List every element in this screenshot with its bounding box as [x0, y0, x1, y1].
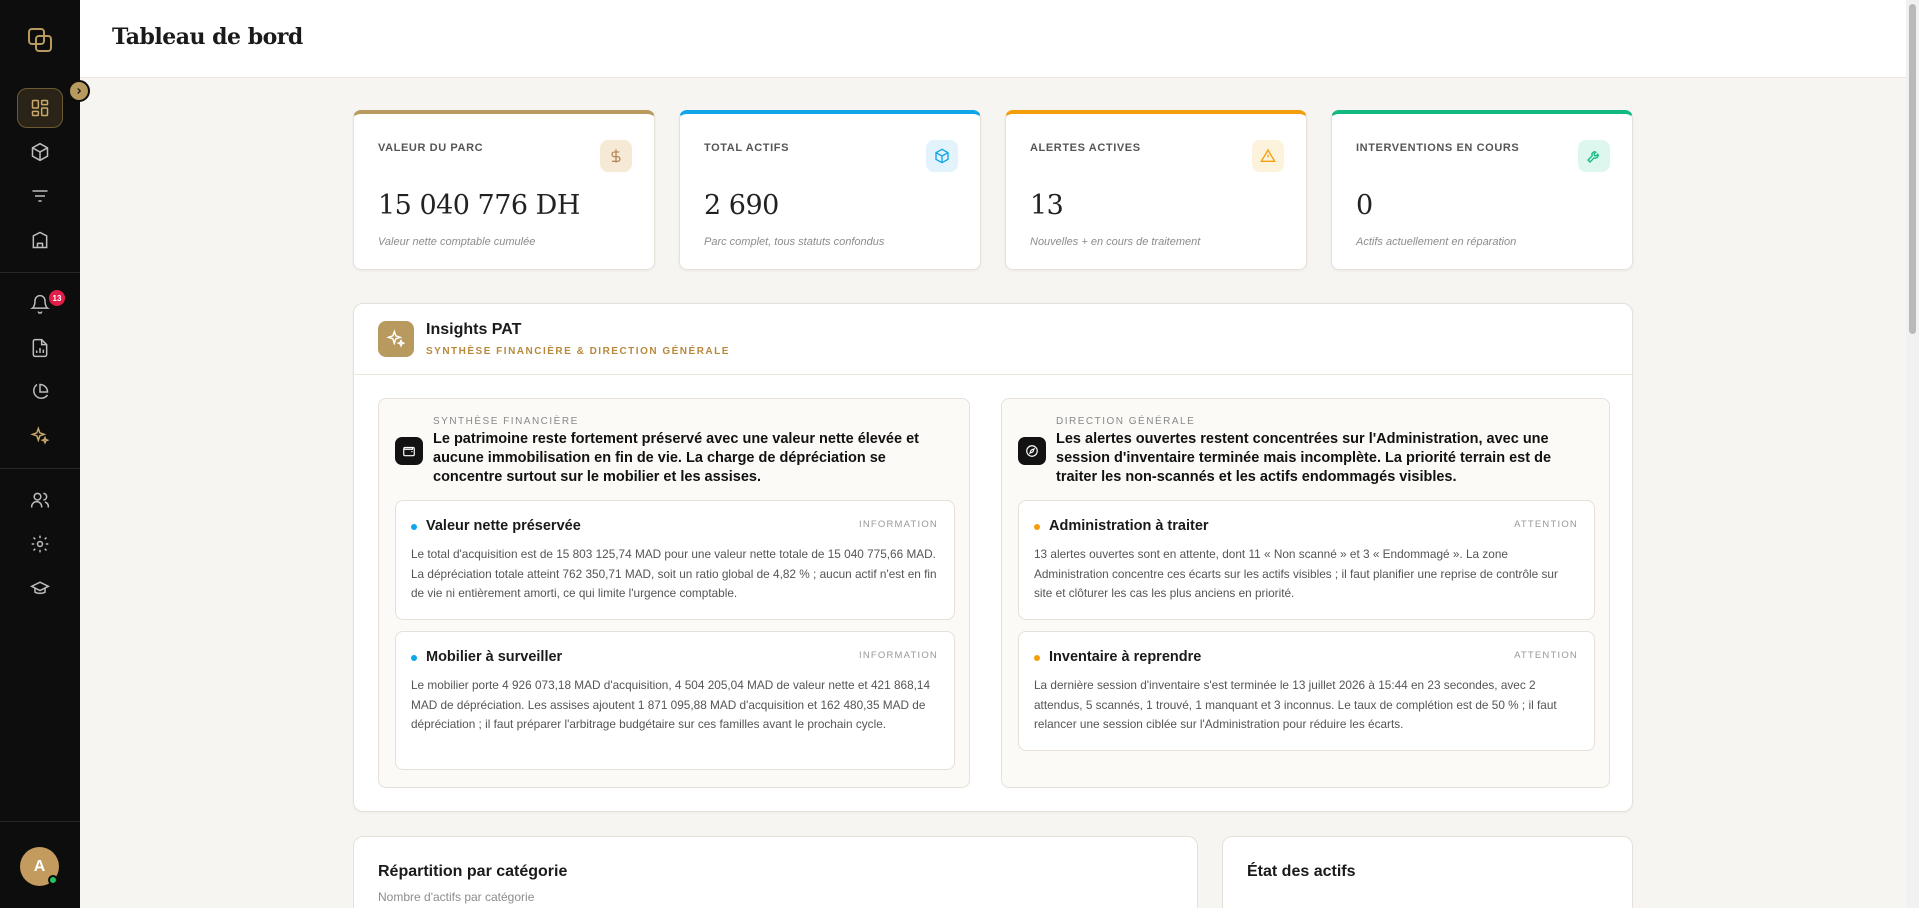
kpi-value: 15 040 776 DH — [378, 190, 580, 221]
sidebar-item-settings[interactable] — [17, 524, 63, 564]
card-title: État des actifs — [1247, 863, 1356, 880]
dashboard-icon — [31, 99, 49, 117]
kpi-description: Actifs actuellement en réparation — [1356, 236, 1517, 248]
kpi-label: INTERVENTIONS EN COURS — [1356, 142, 1520, 154]
insights-header: Insights PAT SYNTHÈSE FINANCIÈRE & DIREC… — [354, 304, 1632, 375]
scrollbar-thumb[interactable] — [1909, 4, 1916, 334]
attention-dot — [1034, 655, 1040, 661]
kpi-value: 0 — [1356, 190, 1373, 221]
compass-icon — [1018, 437, 1046, 465]
kpi-label: ALERTES ACTIVES — [1030, 142, 1141, 154]
attention-dot — [1034, 524, 1040, 530]
sidebar-item-users[interactable] — [17, 480, 63, 520]
insight-item-body: Le total d'acquisition est de 15 803 125… — [411, 547, 937, 600]
kpi-card-interventions[interactable]: INTERVENTIONS EN COURS 0 Actifs actuelle… — [1331, 110, 1633, 270]
panel-kicker: DIRECTION GÉNÉRALE — [1056, 416, 1196, 427]
top-header: Tableau de bord — [80, 0, 1906, 78]
insights-title: Insights PAT — [426, 321, 522, 338]
insight-item-body: La dernière session d'inventaire s'est t… — [1034, 678, 1557, 731]
online-status-dot — [48, 875, 58, 885]
kpi-label: VALEUR DU PARC — [378, 142, 484, 154]
users-icon — [30, 492, 50, 508]
warning-icon — [1252, 140, 1284, 172]
kpi-value: 2 690 — [704, 190, 779, 221]
kpi-description: Valeur nette comptable cumulée — [378, 236, 536, 248]
insight-item-title: Administration à traiter — [1049, 518, 1209, 534]
sidebar-item-reports[interactable] — [17, 328, 63, 368]
box-icon — [31, 142, 49, 162]
kpi-card-active-alerts[interactable]: ALERTES ACTIVES 13 Nouvelles + en cours … — [1005, 110, 1307, 270]
sidebar-item-filters[interactable] — [17, 176, 63, 216]
insight-item-body: 13 alertes ouvertes sont en attente, don… — [1034, 547, 1558, 600]
insight-item-tag: ATTENTION — [1514, 650, 1578, 661]
report-icon — [32, 338, 48, 358]
graduation-cap-icon — [30, 581, 50, 595]
notification-badge: 13 — [49, 290, 65, 306]
page-scrollbar[interactable] — [1906, 0, 1919, 908]
app-logo[interactable] — [26, 26, 54, 54]
page-title: Tableau de bord — [112, 24, 303, 50]
sparkles-icon — [378, 321, 414, 357]
sidebar-item-buildings[interactable] — [17, 220, 63, 260]
insight-item-title: Mobilier à surveiller — [426, 649, 563, 665]
sidebar: 13 A — [0, 0, 80, 908]
bell-icon — [30, 294, 50, 314]
sidebar-toggle-button[interactable] — [68, 80, 90, 102]
insight-item[interactable]: Mobilier à surveiller INFORMATION Le mob… — [395, 631, 955, 770]
sidebar-divider — [0, 821, 80, 822]
insights-subtitle: SYNTHÈSE FINANCIÈRE & DIRECTION GÉNÉRALE — [426, 346, 730, 357]
sidebar-item-insights[interactable] — [17, 416, 63, 456]
insight-item-body: Le mobilier porte 4 926 073,18 MAD d'acq… — [411, 678, 931, 731]
kpi-description: Nouvelles + en cours de traitement — [1030, 236, 1201, 248]
building-icon — [32, 231, 48, 249]
panel-kicker: SYNTHÈSE FINANCIÈRE — [433, 416, 579, 427]
insight-item-tag: ATTENTION — [1514, 519, 1578, 530]
dollar-icon — [600, 140, 632, 172]
category-distribution-card: Répartition par catégorie Nombre d'actif… — [353, 836, 1198, 908]
wrench-icon — [1578, 140, 1610, 172]
insight-item-title: Inventaire à reprendre — [1049, 649, 1202, 665]
filter-lines-icon — [32, 190, 48, 202]
insights-card: Insights PAT SYNTHÈSE FINANCIÈRE & DIREC… — [353, 303, 1633, 812]
kpi-label: TOTAL ACTIFS — [704, 142, 790, 154]
sidebar-divider — [0, 272, 80, 273]
sidebar-divider — [0, 468, 80, 469]
pie-chart-icon — [33, 383, 49, 399]
kpi-card-total-assets[interactable]: TOTAL ACTIFS 2 690 Parc complet, tous st… — [679, 110, 981, 270]
insight-item[interactable]: Inventaire à reprendre ATTENTION La dern… — [1018, 631, 1595, 751]
panel-lead: Le patrimoine reste fortement préservé a… — [433, 431, 919, 485]
info-dot — [411, 655, 417, 661]
chevron-right-icon — [77, 88, 82, 94]
insight-item[interactable]: Valeur nette préservée INFORMATION Le to… — [395, 500, 955, 620]
insight-item-title: Valeur nette préservée — [426, 518, 581, 534]
kpi-value: 13 — [1030, 190, 1064, 221]
panel-general-management: DIRECTION GÉNÉRALE Les alertes ouvertes … — [1001, 398, 1610, 788]
asset-status-card: État des actifs — [1222, 836, 1633, 908]
sidebar-item-assets[interactable] — [17, 132, 63, 172]
sparkles-icon — [30, 426, 50, 445]
kpi-card-park-value[interactable]: VALEUR DU PARC 15 040 776 DH Valeur nett… — [353, 110, 655, 270]
sidebar-item-analytics[interactable] — [17, 372, 63, 412]
kpi-description: Parc complet, tous statuts confondus — [704, 236, 885, 248]
insight-item-tag: INFORMATION — [859, 519, 938, 530]
gear-icon — [31, 535, 49, 553]
info-dot — [411, 524, 417, 530]
panel-lead: Les alertes ouvertes restent concentrées… — [1056, 431, 1552, 485]
card-title: Répartition par catégorie — [378, 863, 568, 880]
card-subtitle: Nombre d'actifs par catégorie — [378, 890, 535, 904]
insight-item-tag: INFORMATION — [859, 650, 938, 661]
sidebar-item-alerts[interactable]: 13 — [17, 284, 65, 324]
insight-item[interactable]: Administration à traiter ATTENTION 13 al… — [1018, 500, 1595, 620]
sidebar-item-dashboard[interactable] — [17, 88, 63, 128]
sidebar-item-training[interactable] — [17, 568, 63, 608]
box-icon — [926, 140, 958, 172]
wallet-icon — [395, 437, 423, 465]
panel-financial-synthesis: SYNTHÈSE FINANCIÈRE Le patrimoine reste … — [378, 398, 970, 788]
